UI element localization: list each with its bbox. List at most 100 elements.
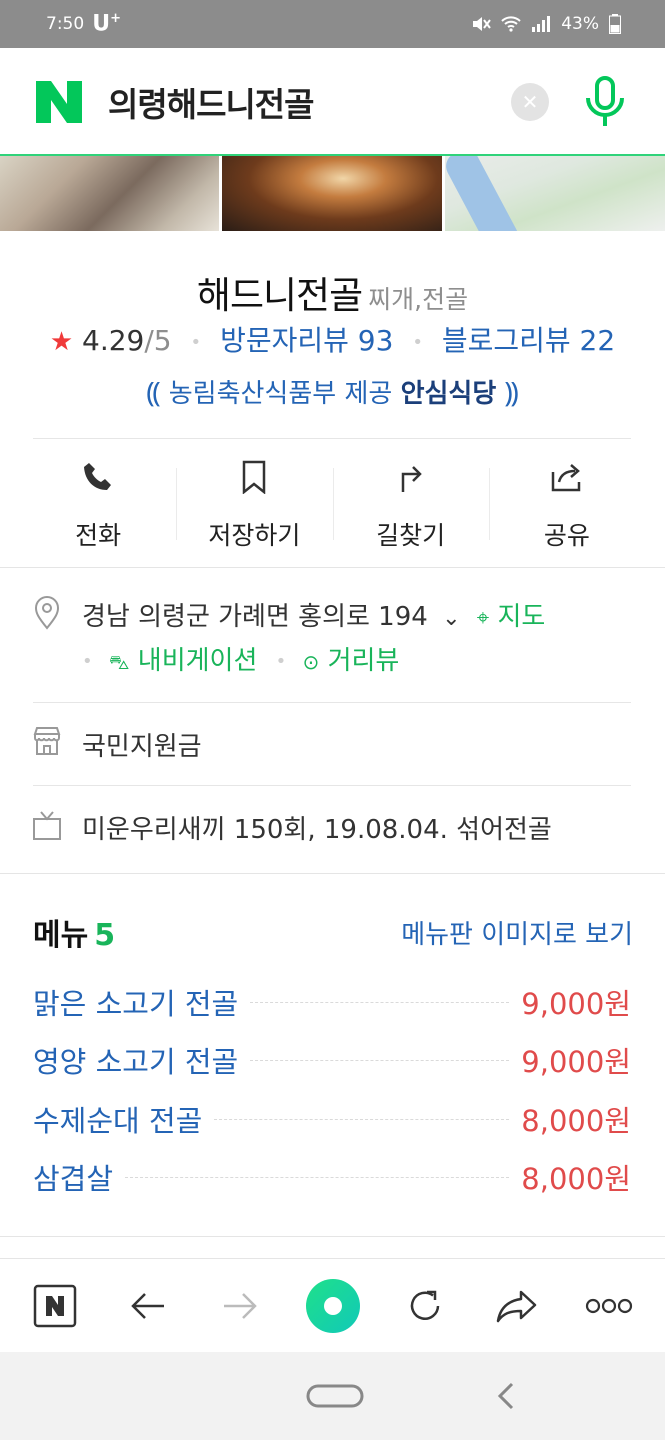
search-header: 의령해드니전골 ✕ — [0, 48, 665, 156]
menu-item-price: 9,000원 — [521, 987, 631, 1021]
section-divider — [0, 873, 665, 874]
cert-provider: 농림축산식품부 제공 — [168, 379, 393, 409]
browser-toolbar — [0, 1258, 665, 1352]
home-pill-icon[interactable] — [306, 1384, 364, 1408]
chevron-down-icon[interactable]: ⌄ — [442, 606, 460, 631]
signal-icon — [532, 16, 551, 32]
photo-food-2[interactable] — [222, 156, 442, 231]
save-label: 저장하기 — [208, 521, 301, 550]
photo-strip[interactable] — [0, 156, 665, 231]
mute-icon — [473, 17, 492, 31]
menu-item[interactable]: 삼겹살 8,000원 — [33, 1157, 631, 1197]
photo-map[interactable] — [445, 156, 665, 231]
map-river — [445, 156, 523, 231]
action-bar: 전화 저장하기 길찾기 공유 — [20, 440, 645, 565]
carrier-name: U — [92, 11, 111, 37]
menu-item[interactable]: 맑은 소고기 전골 9,000원 — [33, 982, 631, 1022]
clear-search-button[interactable]: ✕ — [511, 83, 549, 121]
place-category: 찌개,전골 — [368, 285, 469, 314]
battery-percent: 43% — [561, 14, 599, 34]
address-text[interactable]: 경남 의령군 가례면 홍의로 194 — [82, 602, 428, 632]
menu-title: 메뉴 5 — [33, 910, 115, 954]
menu-item-price: 8,000원 — [521, 1162, 631, 1196]
menu-leader — [214, 1118, 510, 1120]
mic-icon[interactable] — [582, 76, 628, 128]
status-left: 7:50 U+ — [46, 11, 121, 36]
menu-item-name: 맑은 소고기 전골 — [33, 987, 239, 1021]
laurel-left-icon: ⸨ — [146, 376, 161, 409]
back-button[interactable] — [123, 1281, 173, 1331]
status-right: 43% — [471, 14, 621, 34]
menu-item-name: 수제순대 전골 — [33, 1104, 203, 1138]
directions-button[interactable]: 길찾기 — [332, 440, 489, 565]
divider — [33, 702, 631, 703]
forward-arrow-icon — [224, 1293, 257, 1319]
share-arrow-icon — [496, 1290, 537, 1323]
more-icon — [585, 1298, 633, 1314]
menu-leader — [250, 1059, 510, 1061]
section-divider — [0, 567, 665, 568]
naver-logo-icon[interactable] — [36, 81, 82, 123]
car-icon: ⛍ — [108, 650, 130, 674]
menu-item-name: 영양 소고기 전골 — [33, 1045, 239, 1079]
menu-count: 5 — [94, 918, 116, 953]
rating-total: /5 — [144, 324, 172, 357]
menu-title-text: 메뉴 — [33, 918, 89, 953]
bookmark-icon — [243, 460, 266, 494]
naver-home-button[interactable] — [30, 1281, 80, 1331]
menu-item[interactable]: 수제순대 전골 8,000원 — [33, 1099, 631, 1139]
carrier-label: U+ — [92, 11, 121, 36]
blog-review-link[interactable]: 블로그리뷰 22 — [442, 324, 615, 357]
address-line: 경남 의령군 가례면 홍의로 194 ⌄ ⌖ 지도 — [82, 596, 545, 633]
address-sub-links: • ⛍ 내비게이션 • ⊙ 거리뷰 — [82, 640, 399, 677]
green-dot-button[interactable] — [305, 1278, 361, 1334]
cert-title: 안심식당 — [400, 379, 497, 409]
navigation-link[interactable]: ⛍ 내비게이션 — [109, 646, 258, 676]
tv-text: 미운우리새끼 150회, 19.08.04. 섞어전골 — [82, 815, 552, 845]
call-button[interactable]: 전화 — [20, 440, 176, 565]
more-button[interactable] — [584, 1281, 634, 1331]
search-input[interactable]: 의령해드니전골 — [108, 78, 315, 126]
streetview-link[interactable]: ⊙ 거리뷰 — [303, 646, 400, 676]
map-pin-icon: ⌖ — [476, 606, 490, 631]
separator-dot: • — [412, 331, 423, 353]
store-icon — [33, 727, 61, 755]
visitor-review-link[interactable]: 방문자리뷰 93 — [220, 324, 393, 357]
call-label: 전화 — [75, 521, 122, 550]
refresh-button[interactable] — [400, 1281, 450, 1331]
separator-dot: • — [275, 651, 287, 672]
directions-label: 길찾기 — [376, 521, 446, 550]
divider — [33, 785, 631, 786]
menu-item[interactable]: 영양 소고기 전골 9,000원 — [33, 1040, 631, 1080]
share-label: 공유 — [543, 521, 590, 550]
save-button[interactable]: 저장하기 — [176, 440, 332, 565]
laurel-right-icon: ⸩ — [504, 376, 519, 409]
system-nav-bar — [0, 1352, 665, 1440]
place-name: 해드니전골 — [196, 274, 363, 317]
divider — [33, 438, 631, 439]
forward-button[interactable] — [215, 1281, 265, 1331]
system-back-icon[interactable] — [494, 1380, 518, 1412]
share-icon — [551, 464, 581, 492]
location-pin-icon — [34, 596, 60, 630]
green-dot-icon — [306, 1279, 360, 1333]
menu-item-price: 9,000원 — [521, 1045, 631, 1079]
star-icon: ★ — [49, 327, 74, 357]
share-page-button[interactable] — [492, 1281, 542, 1331]
menu-image-link[interactable]: 메뉴판 이미지로 보기 — [401, 914, 633, 951]
place-title: 해드니전골 찌개,전골 — [0, 265, 665, 319]
menu-leader — [250, 1001, 510, 1003]
photo-food-1[interactable] — [0, 156, 219, 231]
safe-restaurant-badge: ⸨ 농림축산식품부 제공 안심식당 ⸩ — [0, 373, 665, 411]
map-link[interactable]: ⌖ 지도 — [477, 602, 546, 632]
naver-home-icon — [33, 1284, 77, 1328]
menu-leader — [125, 1176, 510, 1178]
navigation-label: 내비게이션 — [137, 646, 258, 676]
battery-icon — [609, 14, 621, 34]
carrier-sup: + — [110, 11, 121, 27]
wifi-icon — [501, 16, 521, 32]
menu-item-price: 8,000원 — [521, 1104, 631, 1138]
share-button[interactable]: 공유 — [488, 440, 645, 565]
rating-value: 4.29 — [82, 324, 145, 357]
rating-row: ★ 4.29/5 • 방문자리뷰 93 • 블로그리뷰 22 — [0, 319, 665, 359]
